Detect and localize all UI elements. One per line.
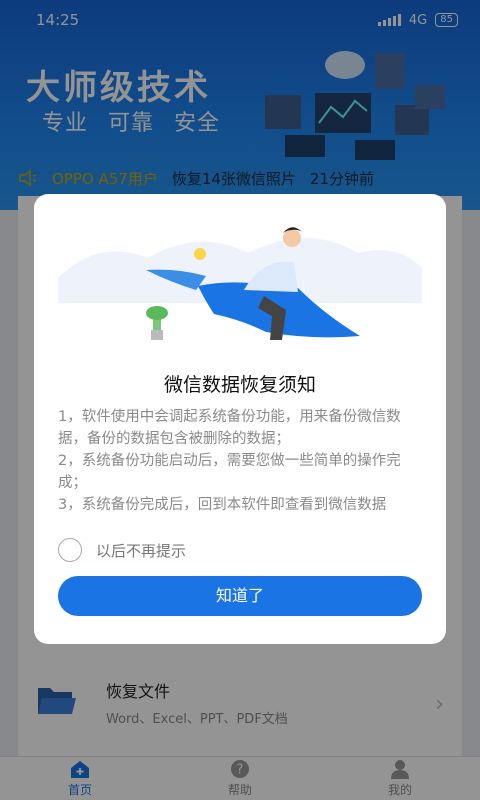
notice-illustration-icon <box>58 227 422 340</box>
got-it-button[interactable]: 知道了 <box>58 576 422 616</box>
notice-line-2: 2，系统备份功能启动后，需要您做一些简单的操作完成； <box>58 453 401 491</box>
radio-circle-icon <box>58 538 82 562</box>
dont-show-again-checkbox[interactable]: 以后不再提示 <box>58 538 186 562</box>
notice-line-1: 1，软件使用中会调起系统备份功能，用来备份微信数据，备份的数据包含被删除的数据； <box>58 409 401 447</box>
checkbox-label: 以后不再提示 <box>96 541 187 560</box>
dialog-body: 1，软件使用中会调起系统备份功能，用来备份微信数据，备份的数据包含被删除的数据；… <box>58 406 422 516</box>
notice-line-3: 3，系统备份完成后，回到本软件即查看到微信数据 <box>58 497 387 513</box>
notice-dialog: 微信数据恢复须知 1，软件使用中会调起系统备份功能，用来备份微信数据，备份的数据… <box>34 194 446 644</box>
dialog-title: 微信数据恢复须知 <box>163 374 316 396</box>
